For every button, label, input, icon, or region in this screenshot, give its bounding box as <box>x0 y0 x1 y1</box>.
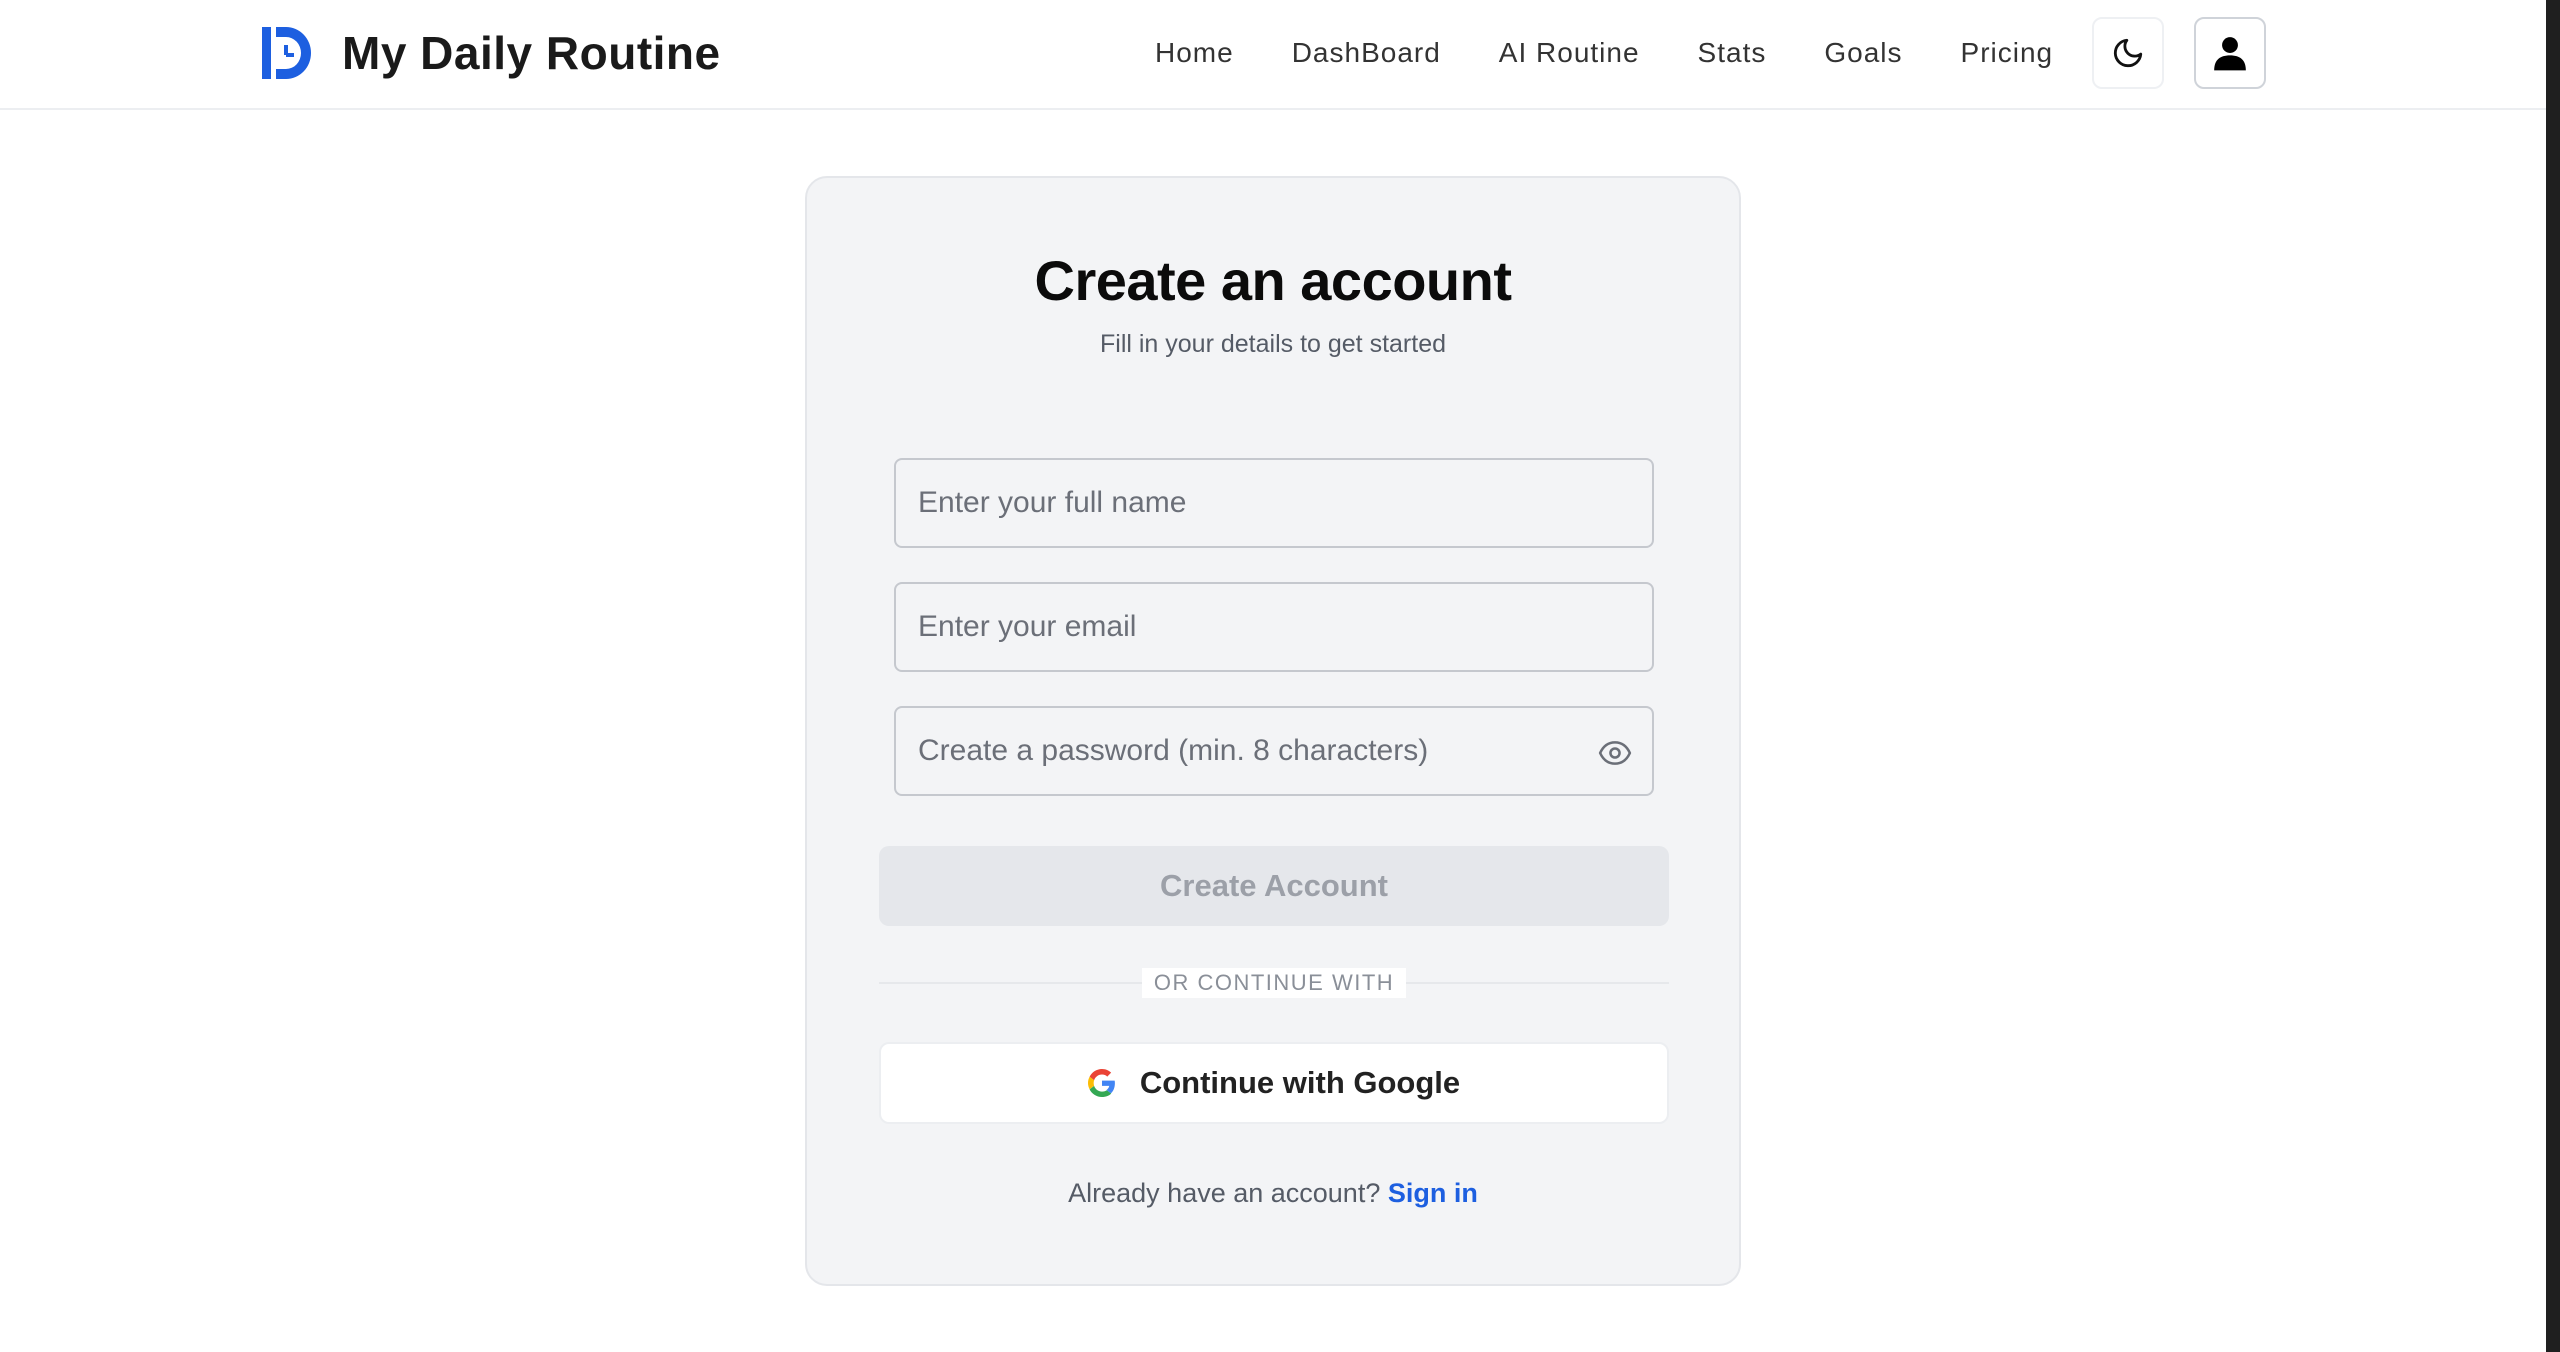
nav-dashboard[interactable]: DashBoard <box>1292 37 1441 69</box>
signup-card: Create an account Fill in your details t… <box>805 176 1741 1286</box>
email-input[interactable] <box>896 584 1652 670</box>
create-account-button[interactable]: Create Account <box>879 846 1669 926</box>
google-signin-button[interactable]: Continue with Google <box>879 1042 1669 1124</box>
top-navbar: My Daily Routine Home DashBoard AI Routi… <box>0 0 2546 110</box>
page-scrollbar[interactable] <box>2546 0 2560 1352</box>
nav-stats[interactable]: Stats <box>1698 37 1767 69</box>
logo-icon <box>262 27 311 79</box>
divider-text: OR CONTINUE WITH <box>1142 968 1406 998</box>
password-input[interactable] <box>896 708 1652 794</box>
full-name-field <box>894 458 1654 548</box>
signin-prompt: Already have an account? <box>1068 1178 1381 1208</box>
theme-toggle-button[interactable] <box>2092 17 2164 89</box>
google-icon <box>1087 1069 1115 1097</box>
google-button-label: Continue with Google <box>1139 1065 1461 1100</box>
eye-icon[interactable] <box>1598 736 1632 770</box>
nav-goals[interactable]: Goals <box>1824 37 1902 69</box>
signin-prompt-row: Already have an account? Sign in <box>807 1178 1739 1209</box>
main-nav: Home DashBoard AI Routine Stats Goals Pr… <box>1155 30 2053 76</box>
user-menu-button[interactable] <box>2194 17 2266 89</box>
brand[interactable]: My Daily Routine <box>260 24 721 82</box>
form-subtitle: Fill in your details to get started <box>1100 330 1446 358</box>
email-field <box>894 582 1654 672</box>
user-icon <box>2214 37 2246 71</box>
full-name-input[interactable] <box>896 460 1652 546</box>
nav-home[interactable]: Home <box>1155 37 1234 69</box>
brand-title: My Daily Routine <box>342 27 721 79</box>
nav-ai-routine[interactable]: AI Routine <box>1499 37 1640 69</box>
password-field <box>894 706 1654 796</box>
nav-pricing[interactable]: Pricing <box>1961 37 2054 69</box>
signin-link[interactable]: Sign in <box>1388 1178 1478 1208</box>
form-title: Create an account <box>1034 249 1513 312</box>
moon-icon <box>2113 38 2143 68</box>
